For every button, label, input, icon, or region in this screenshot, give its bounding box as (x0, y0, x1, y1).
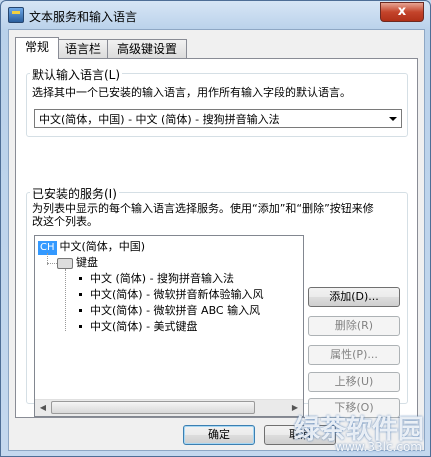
installed-services-tree[interactable]: CH 中文(简体，中国) 键盘 中文 (简体) - 搜狗拼音输入法 中文(简体) … (34, 235, 304, 417)
tree-item-label: 中文 (简体) - 搜狗拼音输入法 (90, 272, 235, 285)
add-button[interactable]: 添加(D)... (308, 287, 400, 307)
tree-item[interactable]: 中文(简体) - 微软拼音 ABC 输入风 (79, 303, 260, 318)
default-language-selected-value: 中文(简体，中国) - 中文 (简体) - 搜狗拼音输入法 (39, 113, 280, 126)
horizontal-scrollbar[interactable]: ◀ ▶ (35, 399, 303, 416)
tree-item[interactable]: 中文(简体) - 微软拼音新体验输入风 (79, 287, 264, 302)
installed-services-description: 为列表中显示的每个输入语言选择服务。使用“添加”和“删除”按钮来修改这个列表。 (32, 202, 374, 228)
default-language-select[interactable]: 中文(简体，中国) - 中文 (简体) - 搜狗拼音输入法 (34, 109, 402, 128)
tree-item-label: 中文(简体) - 微软拼音新体验输入风 (90, 288, 264, 301)
dialog-window: 文本服务和输入语言 x 常规 语言栏 高级键设置 默认输入语言(L) 选择其中一… (0, 0, 431, 457)
scroll-left-icon[interactable]: ◀ (35, 400, 51, 416)
tab-language-bar[interactable]: 语言栏 (57, 39, 109, 58)
scrollbar-thumb[interactable] (51, 401, 255, 414)
general-tab-panel: 默认输入语言(L) 选择其中一个已安装的输入语言，用作所有输入字段的默认语言。 … (15, 58, 418, 418)
close-button[interactable]: x (380, 2, 424, 22)
tab-general[interactable]: 常规 (15, 37, 59, 59)
tree-language-label: 中文(简体，中国) (59, 240, 146, 253)
tab-advanced-key-settings[interactable]: 高级键设置 (107, 39, 187, 58)
tree-item-label: 中文(简体) - 美式键盘 (90, 320, 198, 333)
tree-connector (47, 263, 57, 264)
keyboard-icon (57, 257, 73, 269)
bullet-icon (79, 324, 82, 328)
dialog-client-area: 常规 语言栏 高级键设置 默认输入语言(L) 选择其中一个已安装的输入语言，用作… (8, 29, 425, 451)
installed-services-legend: 已安装的服务(I) (30, 185, 119, 202)
tree-node-keyboard[interactable]: 键盘 (57, 255, 98, 270)
tree-category-label: 键盘 (76, 256, 98, 269)
window-title: 文本服务和输入语言 (29, 10, 138, 24)
keyboard-app-icon (8, 7, 24, 23)
bullet-icon (79, 292, 82, 296)
chevron-down-icon (389, 117, 397, 121)
bullet-icon (79, 308, 82, 312)
move-up-button[interactable]: 上移(U) (308, 372, 400, 392)
tree-item[interactable]: 中文(简体) - 美式键盘 (79, 319, 198, 334)
tree-connector (65, 269, 66, 331)
ok-button[interactable]: 确定 (183, 425, 255, 445)
remove-button[interactable]: 删除(R) (308, 316, 400, 336)
tree-item-label: 中文(简体) - 微软拼音 ABC 输入风 (90, 304, 261, 317)
tree-node-language[interactable]: CH 中文(简体，中国) (38, 239, 146, 255)
tree-item[interactable]: 中文 (简体) - 搜狗拼音输入法 (79, 271, 234, 286)
default-language-description: 选择其中一个已安装的输入语言，用作所有输入字段的默认语言。 (32, 86, 351, 99)
title-bar[interactable]: 文本服务和输入语言 x (1, 1, 430, 29)
properties-button[interactable]: 属性(P)... (308, 345, 400, 365)
default-language-legend: 默认输入语言(L) (30, 66, 123, 83)
bullet-icon (79, 276, 82, 280)
watermark-url: www.33lc.com (335, 440, 422, 454)
